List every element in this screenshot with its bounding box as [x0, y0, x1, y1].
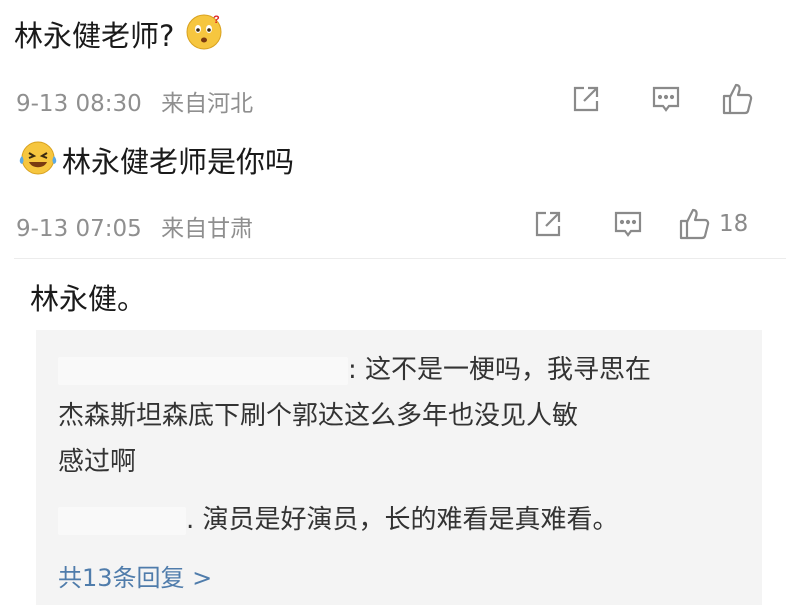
username-blurred: [58, 506, 186, 535]
sub-replies-box[interactable]: : 这不是一梗吗，我寻思在 杰森斯坦森底下刷个郭达这么多年也没见人敏 感过啊 .…: [36, 330, 762, 605]
svg-text:?: ?: [213, 14, 220, 26]
comment-actions: 18: [532, 204, 800, 244]
sub-reply: : 这不是一梗吗，我寻思在: [58, 352, 651, 388]
comment-icon: [612, 208, 644, 240]
comment-location: 来自河北: [161, 91, 254, 117]
username-blurred: [58, 356, 348, 385]
sub-reply-continuation: 感过啊: [58, 447, 137, 477]
comment-time: 9-13 08:30: [16, 91, 142, 117]
like-count: 18: [719, 211, 749, 237]
thinking-face-emoji: ?: [186, 14, 222, 58]
share-button[interactable]: [570, 79, 602, 119]
view-more-replies-link[interactable]: 共13条回复 >: [58, 558, 212, 593]
comment-text: 林永健老师是你吗: [62, 145, 295, 179]
sub-reply-text: : 这不是一梗吗，我寻思在: [348, 355, 652, 385]
laughing-crying-face-emoji: [18, 140, 58, 184]
comment-text-row: 林永健老师? ?: [14, 14, 222, 58]
share-icon: [570, 83, 602, 115]
thumbs-up-icon: [720, 81, 756, 117]
like-button[interactable]: [720, 79, 762, 119]
comment-location: 来自甘肃: [161, 216, 254, 242]
comment-text-row: 林永健老师是你吗: [18, 140, 294, 184]
comment-actions: [570, 79, 800, 119]
comment-button[interactable]: [650, 79, 682, 119]
comment-time: 9-13 07:05: [16, 216, 142, 242]
sub-reply: . 演员是好演员，长的难看是真难看。: [58, 502, 619, 538]
sub-reply-text: . 演员是好演员，长的难看是真难看。: [186, 505, 619, 535]
like-button[interactable]: 18: [677, 204, 748, 244]
comment-text: 林永健老师?: [14, 19, 175, 53]
share-icon: [532, 208, 564, 240]
sub-reply-continuation: 杰森斯坦森底下刷个郭达这么多年也没见人敏: [58, 401, 579, 431]
reply-text: 林永健。: [30, 282, 147, 316]
comment-meta: 9-13 07:05 来自甘肃: [16, 209, 253, 243]
share-button[interactable]: [532, 204, 564, 244]
comment-button[interactable]: [612, 204, 644, 244]
comment-icon: [650, 83, 682, 115]
comment-meta: 9-13 08:30 来自河北: [16, 84, 253, 118]
thumbs-up-icon: [677, 206, 713, 242]
divider: [14, 258, 786, 259]
